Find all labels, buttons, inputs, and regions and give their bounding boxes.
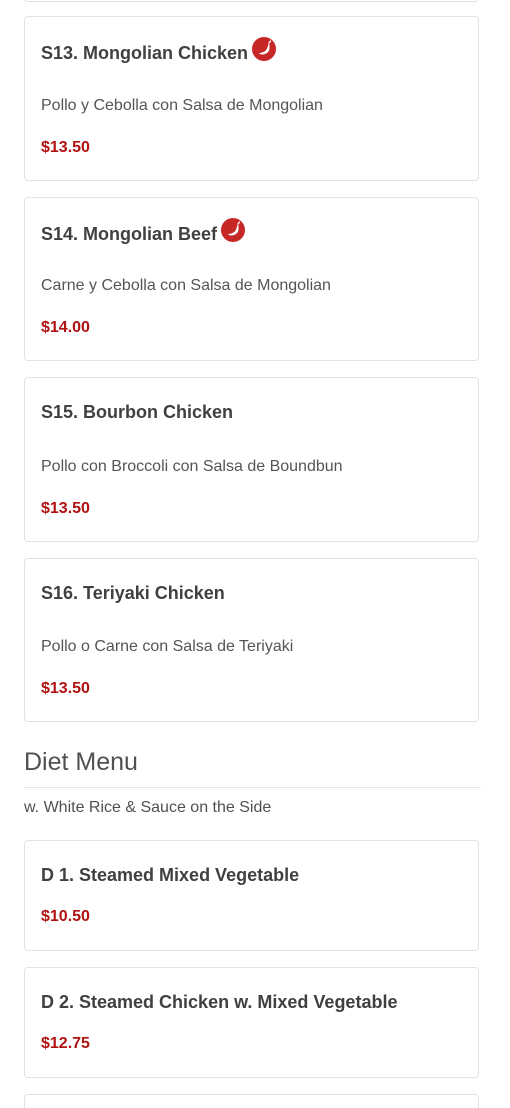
menu-item-price: $13.50 <box>41 500 90 517</box>
menu-item-description: Carne y Cebolla con Salsa de Mongolian <box>41 277 331 294</box>
menu-item-card[interactable]: S13. Mongolian Chicken Pollo y Cebolla c… <box>24 16 479 181</box>
menu-item-title: S15. Bourbon Chicken <box>41 402 234 422</box>
hot-pepper-icon <box>221 218 246 242</box>
menu-item-title-text: S13. Mongolian Chicken <box>41 42 249 63</box>
section-divider <box>24 787 481 788</box>
menu-item-description: Pollo con Broccoli con Salsa de Boundbun <box>41 458 343 475</box>
menu-item-title: D 1. Steamed Mixed Vegetable <box>41 865 300 885</box>
menu-item-title-text: S14. Mongolian Beef <box>41 223 218 244</box>
menu-item-title: S13. Mongolian Chicken <box>41 37 277 65</box>
menu-item-description: Pollo y Cebolla con Salsa de Mongolian <box>41 97 323 114</box>
menu-item-card[interactable]: D 1. Steamed Mixed Vegetable $10.50 <box>24 840 479 951</box>
menu-item-price: $12.75 <box>41 1035 90 1052</box>
menu-item-card-partial[interactable] <box>24 1094 479 1108</box>
menu-item-price: $13.50 <box>41 139 90 156</box>
menu-item-title: S16. Teriyaki Chicken <box>41 583 225 603</box>
menu-item-price: $14.00 <box>41 319 90 336</box>
menu-item-title: D 2. Steamed Chicken w. Mixed Vegetable <box>41 992 398 1012</box>
section-subtitle: w. White Rice & Sauce on the Side <box>24 799 272 816</box>
menu-item-card[interactable]: S16. Teriyaki Chicken Pollo o Carne con … <box>24 558 479 722</box>
menu-item-price: $10.50 <box>41 908 90 925</box>
menu-item-card-partial[interactable] <box>24 0 479 2</box>
section-title: Diet Menu <box>24 748 138 776</box>
menu-item-card[interactable]: D 2. Steamed Chicken w. Mixed Vegetable … <box>24 967 479 1078</box>
hot-pepper-icon <box>252 37 277 61</box>
menu-item-description: Pollo o Carne con Salsa de Teriyaki <box>41 638 294 655</box>
menu-item-title: S14. Mongolian Beef <box>41 218 246 246</box>
menu-item-card[interactable]: S14. Mongolian Beef Carne y Cebolla con … <box>24 197 479 361</box>
menu-item-card[interactable]: S15. Bourbon Chicken Pollo con Broccoli … <box>24 377 479 542</box>
menu-page: S13. Mongolian Chicken Pollo y Cebolla c… <box>0 0 510 1108</box>
menu-item-price: $13.50 <box>41 680 90 697</box>
